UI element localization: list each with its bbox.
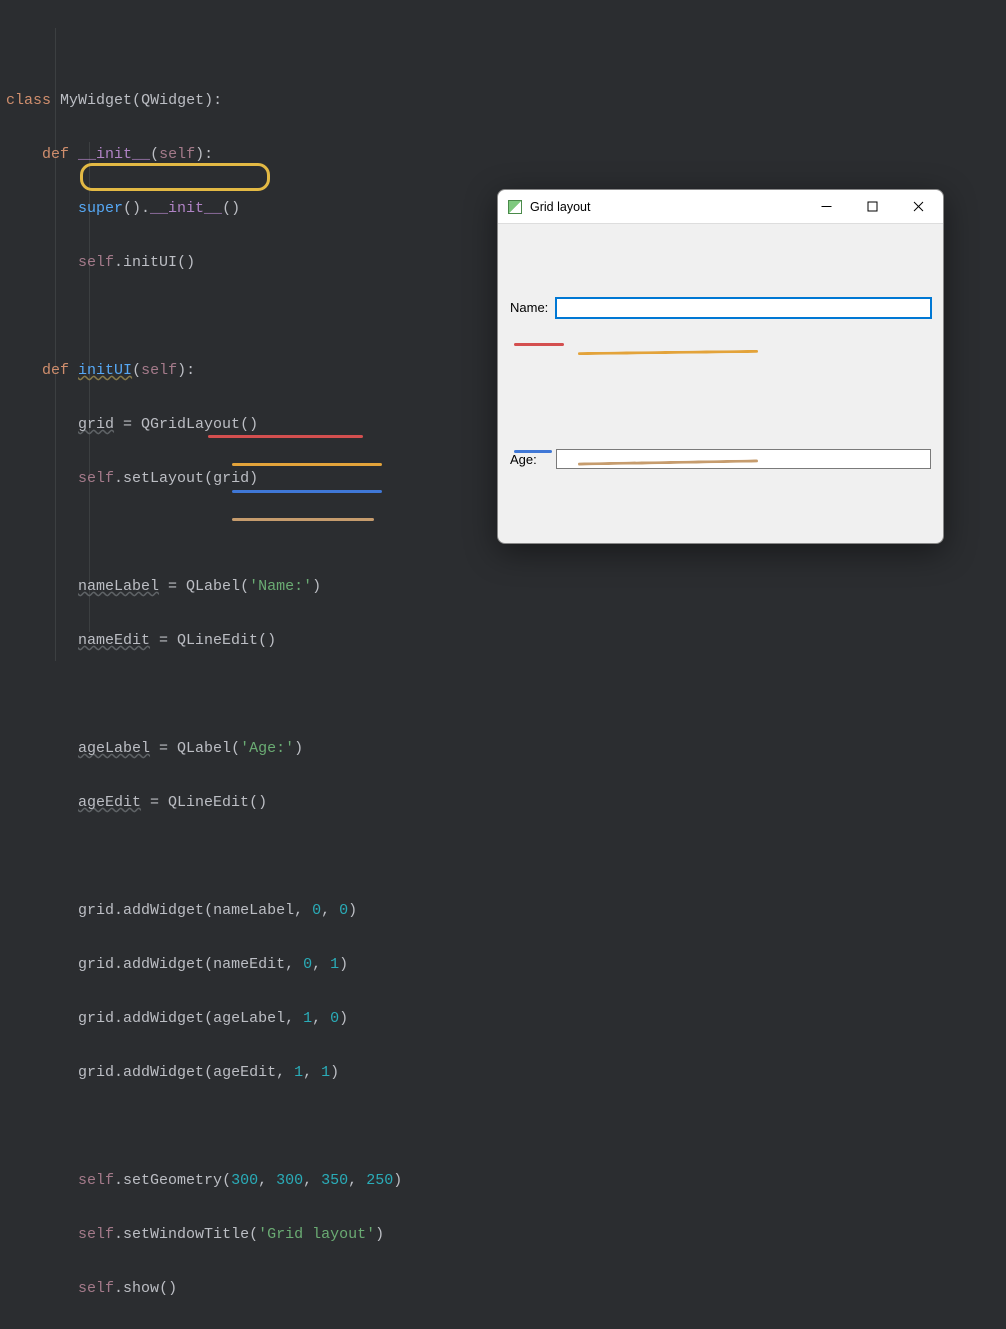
window-title: Grid layout bbox=[530, 200, 590, 214]
maximize-button[interactable] bbox=[849, 192, 895, 222]
name-label: Name: bbox=[510, 300, 548, 315]
window-body: Name: Age: bbox=[498, 224, 943, 543]
name-input[interactable] bbox=[556, 298, 931, 318]
age-label: Age: bbox=[510, 452, 548, 467]
titlebar[interactable]: Grid layout bbox=[498, 190, 943, 224]
indent-guide bbox=[55, 28, 56, 661]
close-button[interactable] bbox=[895, 192, 941, 222]
age-input[interactable] bbox=[556, 449, 931, 469]
qt-icon bbox=[508, 200, 522, 214]
minimize-button[interactable] bbox=[803, 192, 849, 222]
app-window: Grid layout Name: Age: bbox=[497, 189, 944, 544]
